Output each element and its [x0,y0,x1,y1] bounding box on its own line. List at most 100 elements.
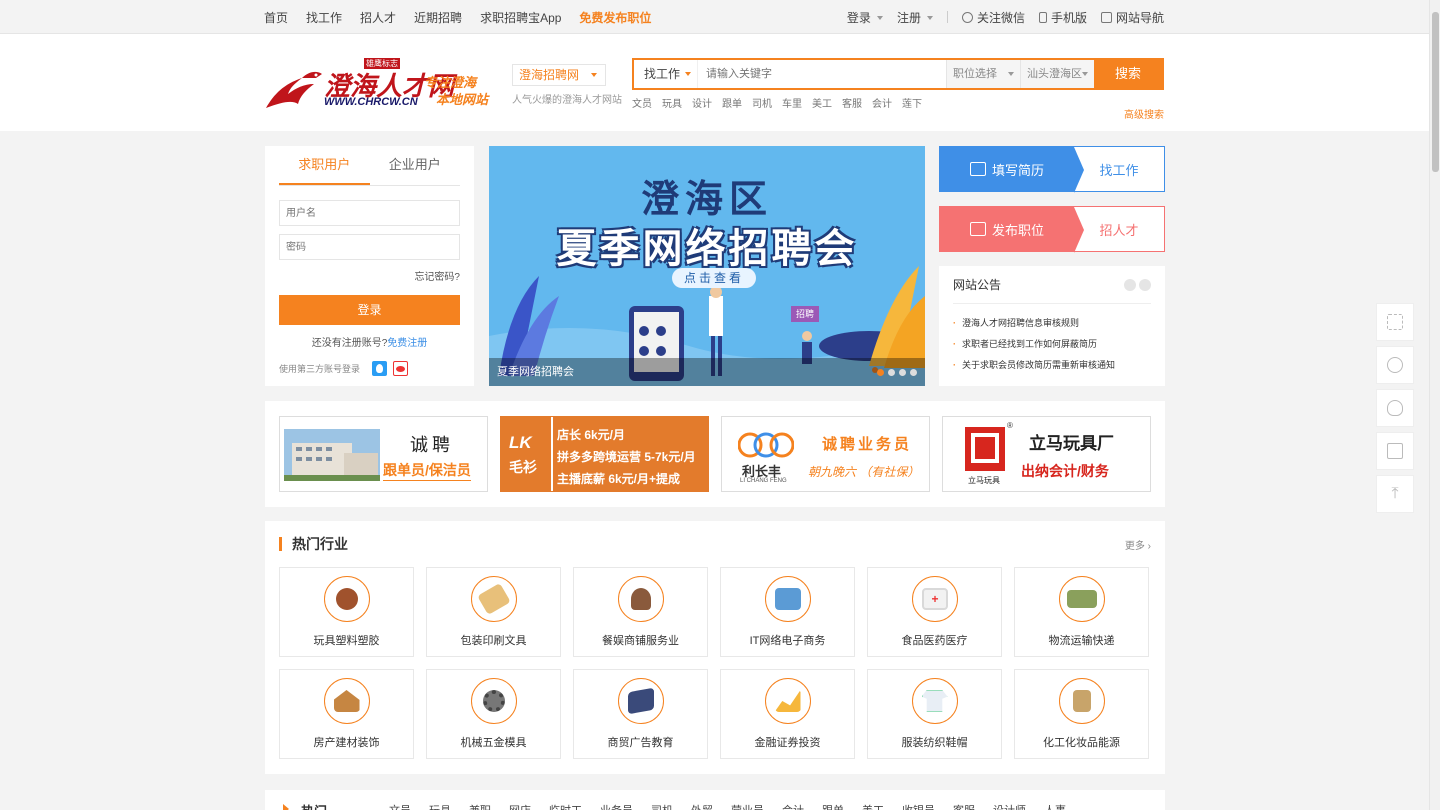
industry-item[interactable]: 包装印刷文具 [426,567,561,657]
area-select[interactable]: 汕头澄海区 [1020,60,1094,88]
hotword[interactable]: 司机 [752,95,772,110]
ad-brand-en: LI CHANG FENG [740,478,787,484]
banner-carousel[interactable]: 澄海区 夏季网络招聘会 点击查看 招聘 夏季网络招聘会 [489,146,925,386]
more-link[interactable]: 更多 › [1125,537,1151,552]
free-register-link[interactable]: 免费注册 [387,338,427,349]
hot-keyword[interactable]: 设计师 [993,802,1026,810]
notice-item[interactable]: 澄海人才网招聘信息审核规则 [953,313,1151,334]
advanced-search-link[interactable]: 高级搜索 [1124,106,1164,121]
scrollbar[interactable] [1429,0,1440,810]
hotword[interactable]: 文员 [632,95,652,110]
ad-line: 店长 6k元/月 [557,428,626,442]
industry-item[interactable]: 金融证券投资 [720,669,855,759]
nav-recent-jobs[interactable]: 近期招聘 [414,9,462,26]
search-button[interactable]: 搜索 [1094,60,1162,88]
weibo-icon[interactable] [393,361,409,376]
password-input[interactable] [279,234,460,260]
notice-item[interactable]: 求职者已经找到工作如何屏蔽简历 [953,334,1151,355]
chevron-left-icon[interactable] [1124,278,1136,291]
hot-keyword[interactable]: 文员 [389,802,411,810]
forgot-password-link[interactable]: 忘记密码? [279,268,460,283]
hotword[interactable]: 会计 [872,95,892,110]
carousel-dot[interactable] [877,369,884,376]
feedback-button[interactable] [1376,432,1414,470]
hot-keyword[interactable]: 美工 [862,802,884,810]
header: 澄海人才网 雄鹰标志 WWW.CHRCW.CN 专注澄海 本地网站 澄海招聘网 … [0,34,1440,131]
carousel-dot[interactable] [899,369,906,376]
find-job-button[interactable]: 找工作 [1074,147,1164,191]
tab-seeker[interactable]: 求职用户 [279,146,370,185]
nav-find-job[interactable]: 找工作 [306,9,342,26]
find-talent-button[interactable]: 招人才 [1074,207,1164,251]
hot-keyword[interactable]: 收银员 [902,802,935,810]
username-input[interactable] [279,200,460,226]
hot-keyword[interactable]: 外贸 [691,802,713,810]
industry-item[interactable]: + 食品医药医疗 [867,567,1002,657]
position-select[interactable]: 职位选择 [946,60,1020,88]
qrcode-button[interactable] [1376,303,1414,341]
hotword[interactable]: 跟单 [722,95,742,110]
hot-keyword[interactable]: 临时工 [549,802,582,810]
hot-keyword[interactable]: 网店 [509,802,531,810]
industry-item[interactable]: 商贸广告教育 [573,669,708,759]
sitenav-label: 网站导航 [1115,10,1164,25]
wechat-link[interactable]: 关注微信 [961,9,1025,26]
carousel-dot[interactable] [910,369,917,376]
hot-keyword[interactable]: 会计 [782,802,804,810]
industry-item[interactable]: IT网络电子商务 [720,567,855,657]
chevron-right-icon[interactable] [1139,278,1151,291]
ad-subtitle: 朝九晚六 （有社保） [808,465,920,479]
banner-badge: 招聘 [795,309,814,319]
hot-keyword[interactable]: 兼职 [469,802,491,810]
search-type-select[interactable]: 找工作 [634,60,698,88]
hot-keyword[interactable]: 玩具 [429,802,451,810]
sitenav-link[interactable]: 网站导航 [1100,9,1164,26]
industry-item[interactable]: 玩具塑料塑胶 [279,567,414,657]
industry-item[interactable]: 服装纺织鞋帽 [867,669,1002,759]
industry-item[interactable]: 化工化妆品能源 [1014,669,1149,759]
phone-button[interactable] [1376,346,1414,384]
industry-item[interactable]: 机械五金模具 [426,669,561,759]
hot-keyword[interactable]: 人事 [1044,802,1066,810]
mobile-link[interactable]: 手机版 [1038,9,1087,26]
search-input[interactable] [698,60,946,88]
banner-caption: 夏季网络招聘会 [489,358,925,386]
register-dropdown[interactable]: 注册 [897,9,933,26]
hotword[interactable]: 车里 [782,95,802,110]
hot-keyword[interactable]: 司机 [651,802,673,810]
hotword[interactable]: 客服 [842,95,862,110]
banner-view-button[interactable]: 点击查看 [672,268,756,288]
post-job-button[interactable]: 发布职位 [940,207,1084,253]
ad-banner[interactable]: 利长丰 LI CHANG FENG 诚聘业务员 朝九晚六 （有社保） [721,416,930,492]
industry-item[interactable]: 房产建材装饰 [279,669,414,759]
industry-item[interactable]: 餐娱商铺服务业 [573,567,708,657]
site-logo[interactable]: 澄海人才网 雄鹰标志 WWW.CHRCW.CN 专注澄海 本地网站 [264,58,504,112]
hotword[interactable]: 设计 [692,95,712,110]
carousel-dot[interactable] [888,369,895,376]
back-to-top-button[interactable]: ⤒ [1376,475,1414,513]
qq-icon[interactable] [372,361,388,376]
login-dropdown[interactable]: 登录 [847,9,883,26]
ad-banner[interactable]: 诚聘 跟单员/保洁员 [279,416,488,492]
hotword[interactable]: 玩具 [662,95,682,110]
fill-resume-button[interactable]: 填写简历 [940,147,1084,193]
hot-keyword[interactable]: 营业员 [731,802,764,810]
notice-item[interactable]: 关于求职会员修改简历需重新审核通知 [953,355,1151,376]
industry-item[interactable]: 物流运输快递 [1014,567,1149,657]
hotword[interactable]: 莲下 [902,95,922,110]
hot-keyword[interactable]: 跟单 [822,802,844,810]
hot-keyword[interactable]: 客服 [953,802,975,810]
site-select[interactable]: 澄海招聘网 [512,64,607,86]
nav-find-talent[interactable]: 招人才 [360,9,396,26]
nav-app[interactable]: 求职招聘宝App [480,9,561,26]
login-button[interactable]: 登录 [279,295,460,325]
nav-home[interactable]: 首页 [264,9,288,26]
scrollbar-thumb[interactable] [1432,12,1439,172]
tab-company[interactable]: 企业用户 [370,146,461,185]
nav-post-job-free[interactable]: 免费发布职位 [579,9,651,26]
ad-banner[interactable]: 立马玩具 ® 立马玩具厂 出纳会计/财务 [942,416,1151,492]
hot-keyword[interactable]: 业务员 [600,802,633,810]
hotword[interactable]: 美工 [812,95,832,110]
qq-service-button[interactable] [1376,389,1414,427]
ad-banner[interactable]: LK 毛衫 店长 6k元/月 拼多多跨境运营 5-7k元/月 主播底薪 6k元/… [500,416,709,492]
